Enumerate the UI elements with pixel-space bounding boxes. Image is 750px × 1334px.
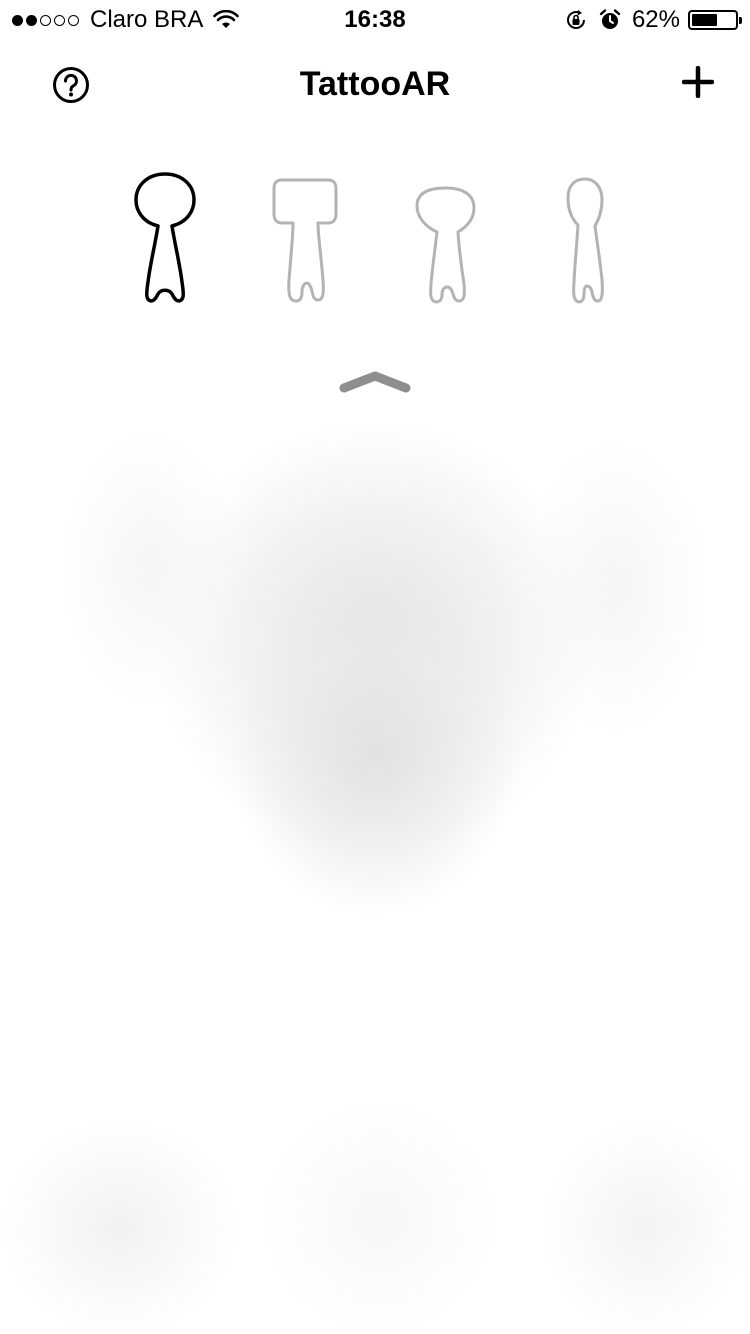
blur-region [60,428,240,708]
body-option-head-back[interactable] [412,170,482,306]
blur-region [230,588,520,918]
chevron-up-icon[interactable] [335,366,415,398]
body-option-torso[interactable] [270,170,340,306]
alarm-icon [599,9,621,29]
blur-region [520,438,710,738]
blur-region [260,1098,500,1334]
add-icon[interactable] [682,66,714,98]
navigation-bar: TattooAR [0,40,750,128]
status-right: 62% [564,6,742,34]
blur-region [0,1118,240,1334]
rotation-lock-icon [566,10,585,29]
blur-region [540,1118,750,1334]
body-option-head-front[interactable] [130,170,200,306]
body-part-selector [0,170,750,310]
status-bar: Claro BRA 16:38 62% [0,0,750,40]
battery-percentage: 62% [631,6,680,33]
app-screen: Claro BRA 16:38 62% TattooAR [0,0,750,1334]
battery-level-fill [692,14,717,26]
body-option-head-side[interactable] [560,170,614,306]
battery-icon [688,10,742,30]
camera-preview [0,398,750,1334]
page-title: TattooAR [299,65,451,103]
